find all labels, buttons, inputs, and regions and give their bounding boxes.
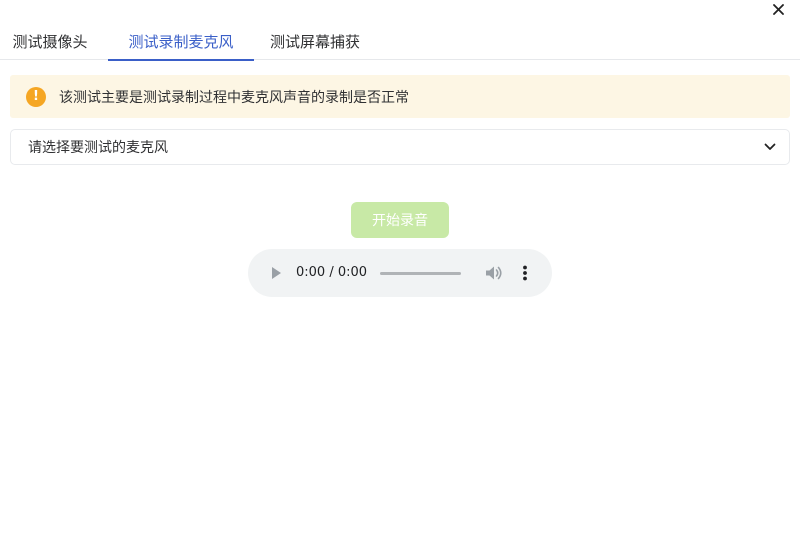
more-icon[interactable] [519, 263, 531, 283]
play-icon[interactable] [268, 264, 284, 282]
tab-screen-capture[interactable]: 测试屏幕捕获 [254, 22, 376, 60]
audio-time: 0:00 / 0:00 [296, 265, 368, 280]
start-recording-button[interactable]: 开始录音 [351, 202, 449, 238]
tab-camera[interactable]: 测试摄像头 [0, 22, 100, 60]
close-icon[interactable] [766, 0, 790, 18]
audio-progress-bar[interactable] [380, 272, 461, 275]
audio-player: 0:00 / 0:00 [248, 249, 552, 297]
info-alert: ! 该测试主要是测试录制过程中麦克风声音的录制是否正常 [10, 75, 790, 118]
tab-bar: 测试摄像头 测试录制麦克风 测试屏幕捕获 [0, 22, 800, 61]
chevron-down-icon [763, 140, 777, 154]
alert-text: 该测试主要是测试录制过程中麦克风声音的录制是否正常 [59, 89, 409, 106]
microphone-select-value: 请选择要测试的麦克风 [28, 140, 168, 156]
warning-icon: ! [26, 86, 46, 107]
test-dialog: 测试摄像头 测试录制麦克风 测试屏幕捕获 ! 该测试主要是测试录制过程中麦克风声… [0, 0, 800, 533]
tab-microphone[interactable]: 测试录制麦克风 [108, 22, 254, 61]
microphone-select[interactable]: 请选择要测试的麦克风 [10, 129, 790, 165]
volume-icon[interactable] [484, 264, 504, 282]
